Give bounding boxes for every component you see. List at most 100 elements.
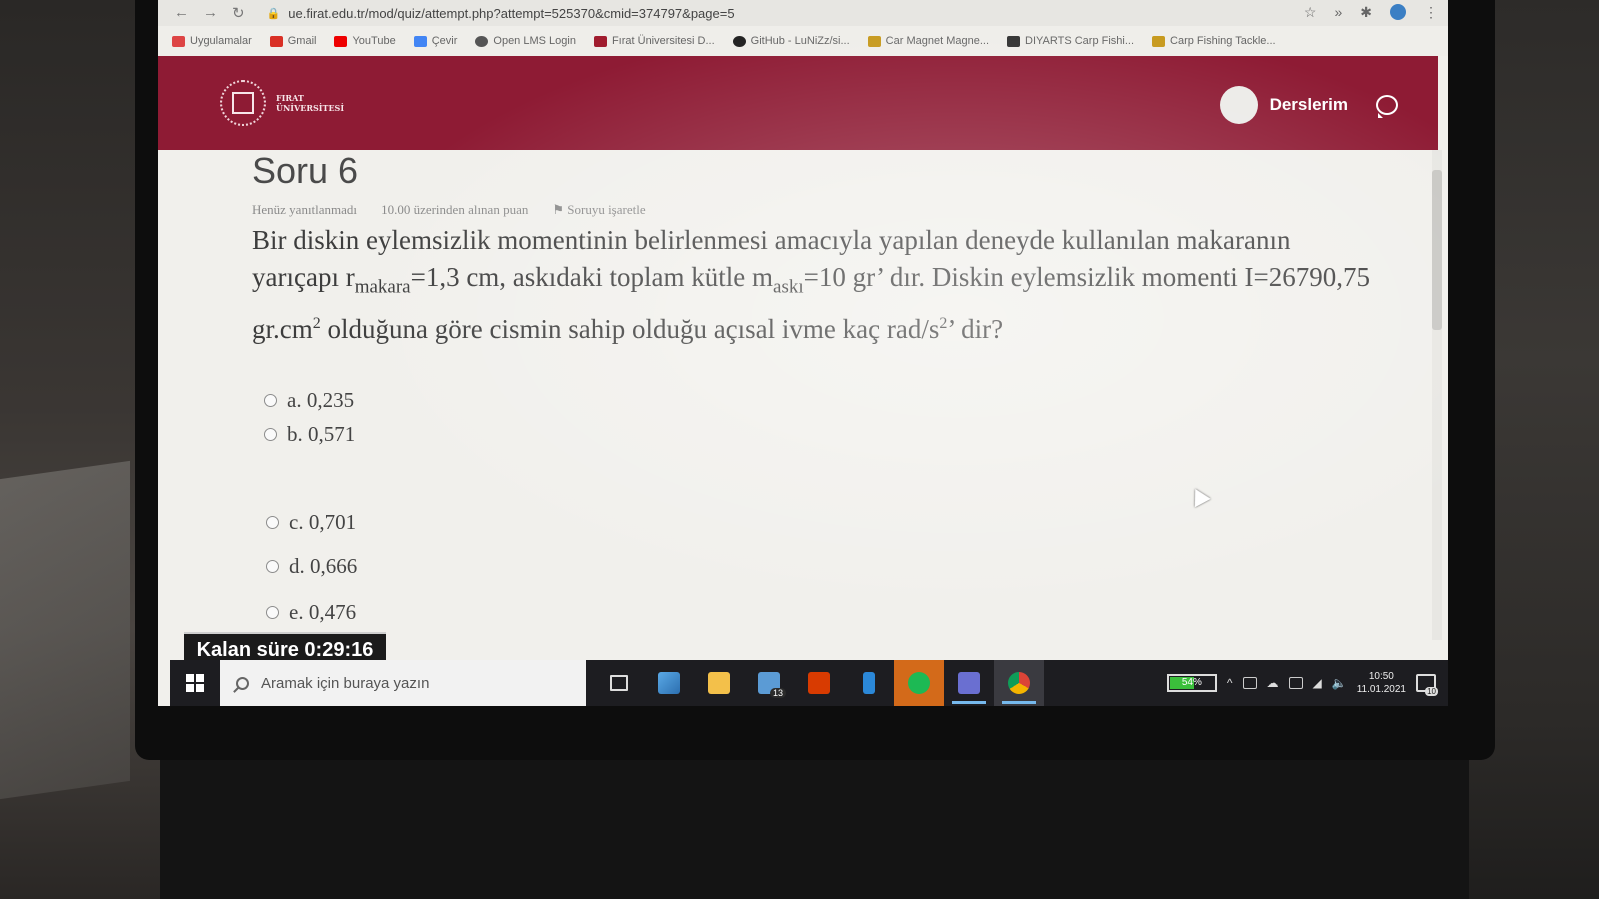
pinned-app-icon bbox=[658, 672, 680, 694]
task-view-icon bbox=[610, 675, 628, 691]
taskbar-app[interactable] bbox=[644, 660, 694, 706]
lock-icon[interactable]: 🔒 bbox=[267, 7, 281, 20]
university-logo[interactable]: FIRAT ÜNİVERSİTESİ bbox=[220, 80, 344, 126]
seal-icon bbox=[220, 80, 266, 126]
taskbar-app[interactable] bbox=[894, 660, 944, 706]
logo-text: FIRAT ÜNİVERSİTESİ bbox=[276, 93, 345, 113]
reload-icon[interactable]: ↻ bbox=[232, 4, 245, 22]
address-bar[interactable]: ← → ↻ 🔒 ue.firat.edu.tr/mod/quiz/attempt… bbox=[158, 0, 1448, 26]
question-status: Henüz yanıtlanmadı bbox=[252, 202, 358, 217]
search-icon bbox=[236, 676, 249, 690]
firat-icon bbox=[593, 35, 607, 47]
gmail-icon bbox=[269, 35, 283, 47]
bookmark-item[interactable]: Fırat Üniversitesi D... bbox=[593, 35, 715, 47]
translate-icon bbox=[413, 35, 427, 47]
answer-option-c[interactable]: c. 0,701 bbox=[266, 510, 356, 535]
amazon-icon bbox=[1007, 35, 1021, 47]
taskbar-app[interactable] bbox=[844, 660, 894, 706]
battery-tray-icon[interactable] bbox=[1288, 677, 1303, 689]
taskbar-app[interactable] bbox=[694, 660, 744, 706]
taskbar-app-chrome[interactable] bbox=[994, 660, 1044, 706]
phone-app-icon bbox=[863, 672, 875, 694]
windows-icon bbox=[186, 674, 204, 692]
radio-button[interactable] bbox=[266, 606, 279, 619]
battery-indicator[interactable]: 54% bbox=[1166, 674, 1217, 692]
battery-percent: 54% bbox=[1181, 677, 1202, 688]
clock[interactable]: 10:50 11.01.2021 bbox=[1357, 670, 1406, 696]
forward-icon[interactable]: → bbox=[203, 4, 218, 22]
notification-count: 10 bbox=[1425, 687, 1438, 696]
wifi-icon[interactable]: ◢ bbox=[1313, 676, 1322, 690]
task-view-button[interactable] bbox=[594, 660, 644, 706]
screen: ← → ↻ 🔒 ue.firat.edu.tr/mod/quiz/attempt… bbox=[158, 0, 1448, 706]
taskbar-app[interactable] bbox=[794, 660, 844, 706]
answer-option-d[interactable]: d. 0,666 bbox=[266, 554, 357, 579]
youtube-icon bbox=[334, 35, 348, 47]
star-icon[interactable]: ☆ bbox=[1304, 4, 1317, 21]
chat-icon[interactable] bbox=[1376, 95, 1398, 118]
taskbar-search[interactable]: Aramak için buraya yazın bbox=[220, 660, 586, 706]
bookmarks-bar: Uygulamalar Gmail YouTube Çevir Open LMS… bbox=[158, 26, 1448, 56]
bookmark-item[interactable]: YouTube bbox=[334, 35, 396, 47]
flag-icon: ⚑ bbox=[552, 202, 568, 217]
paper-sheet bbox=[0, 460, 130, 800]
answer-option-b[interactable]: b. 0,571 bbox=[264, 422, 355, 447]
bag-icon bbox=[1152, 35, 1166, 47]
start-button[interactable] bbox=[170, 660, 220, 706]
flag-question-link[interactable]: ⚑ Soruyu işaretle bbox=[552, 202, 645, 218]
radio-button[interactable] bbox=[264, 394, 277, 407]
toolbar-icons: ☆ » ✱ ⋮ bbox=[1304, 4, 1438, 21]
bookmark-item[interactable]: GitHub - LuNiZz/si... bbox=[732, 35, 850, 47]
url-text[interactable]: ue.firat.edu.tr/mod/quiz/attempt.php?att… bbox=[288, 6, 734, 21]
tray-device-icon[interactable] bbox=[1242, 677, 1257, 689]
chrome-icon bbox=[1008, 672, 1030, 694]
user-menu: Derslerim bbox=[1219, 86, 1398, 124]
question-info: Henüz yanıtlanmadı 10.00 üzerinden alına… bbox=[252, 202, 1372, 218]
search-placeholder: Aramak için buraya yazın bbox=[261, 674, 430, 692]
answer-option-e[interactable]: e. 0,476 bbox=[266, 600, 356, 625]
chevron-up-icon[interactable]: ^ bbox=[1227, 676, 1233, 690]
notification-icon[interactable]: 10 bbox=[1416, 674, 1438, 696]
globe-icon bbox=[475, 35, 489, 47]
back-icon[interactable]: ← bbox=[174, 4, 189, 22]
radio-button[interactable] bbox=[266, 516, 279, 529]
page-scrollbar[interactable] bbox=[1432, 150, 1442, 640]
extensions-chevron-icon[interactable]: » bbox=[1334, 4, 1342, 21]
spotify-icon bbox=[908, 672, 930, 694]
mouse-pointer-icon bbox=[1187, 484, 1211, 508]
apps-grid-icon bbox=[172, 35, 185, 47]
radio-button[interactable] bbox=[264, 428, 277, 441]
volume-icon[interactable]: 🔈 bbox=[1332, 676, 1347, 690]
bookmark-item[interactable]: Çevir bbox=[413, 35, 457, 47]
bookmark-item[interactable]: Carp Fishing Tackle... bbox=[1152, 35, 1276, 47]
question-text: Bir diskin eylemsizlik momentinin belirl… bbox=[252, 225, 1371, 345]
bookmark-item[interactable]: Open LMS Login bbox=[475, 35, 576, 47]
nav-buttons: ← → ↻ bbox=[174, 4, 245, 22]
answer-option-a[interactable]: a. 0,235 bbox=[264, 388, 354, 413]
profile-icon[interactable] bbox=[1390, 4, 1406, 20]
bag-icon bbox=[867, 35, 881, 47]
taskbar-apps: 13 bbox=[594, 660, 1044, 706]
my-courses-link[interactable]: Derslerim bbox=[1270, 95, 1348, 115]
folder-icon bbox=[708, 672, 730, 694]
bookmark-item[interactable]: Car Magnet Magne... bbox=[867, 35, 989, 47]
github-icon bbox=[732, 35, 746, 47]
windows-taskbar: Aramak için buraya yazın 13 54% ^ ☁ ◢ 🔈 bbox=[170, 660, 1448, 706]
bookmark-item[interactable]: Gmail bbox=[269, 35, 316, 47]
mail-badge: 13 bbox=[769, 688, 786, 698]
site-header: FIRAT ÜNİVERSİTESİ Derslerim bbox=[158, 56, 1438, 150]
menu-icon[interactable]: ⋮ bbox=[1424, 4, 1438, 21]
question-points: 10.00 üzerinden alınan puan bbox=[381, 202, 529, 217]
scrollbar-thumb[interactable] bbox=[1432, 170, 1442, 330]
question-title: Soru 6 bbox=[252, 150, 359, 191]
chat-app-icon bbox=[958, 672, 980, 694]
cloud-icon[interactable]: ☁ bbox=[1267, 676, 1279, 690]
puzzle-icon[interactable]: ✱ bbox=[1360, 4, 1372, 21]
system-tray: 54% ^ ☁ ◢ 🔈 10:50 11.01.2021 10 bbox=[1166, 660, 1438, 706]
bookmark-item[interactable]: DIYARTS Carp Fishi... bbox=[1007, 35, 1134, 47]
taskbar-app[interactable] bbox=[944, 660, 994, 706]
radio-button[interactable] bbox=[266, 560, 279, 573]
avatar[interactable] bbox=[1219, 86, 1258, 124]
bookmark-item[interactable]: Uygulamalar bbox=[172, 35, 252, 47]
taskbar-app[interactable]: 13 bbox=[744, 660, 794, 706]
